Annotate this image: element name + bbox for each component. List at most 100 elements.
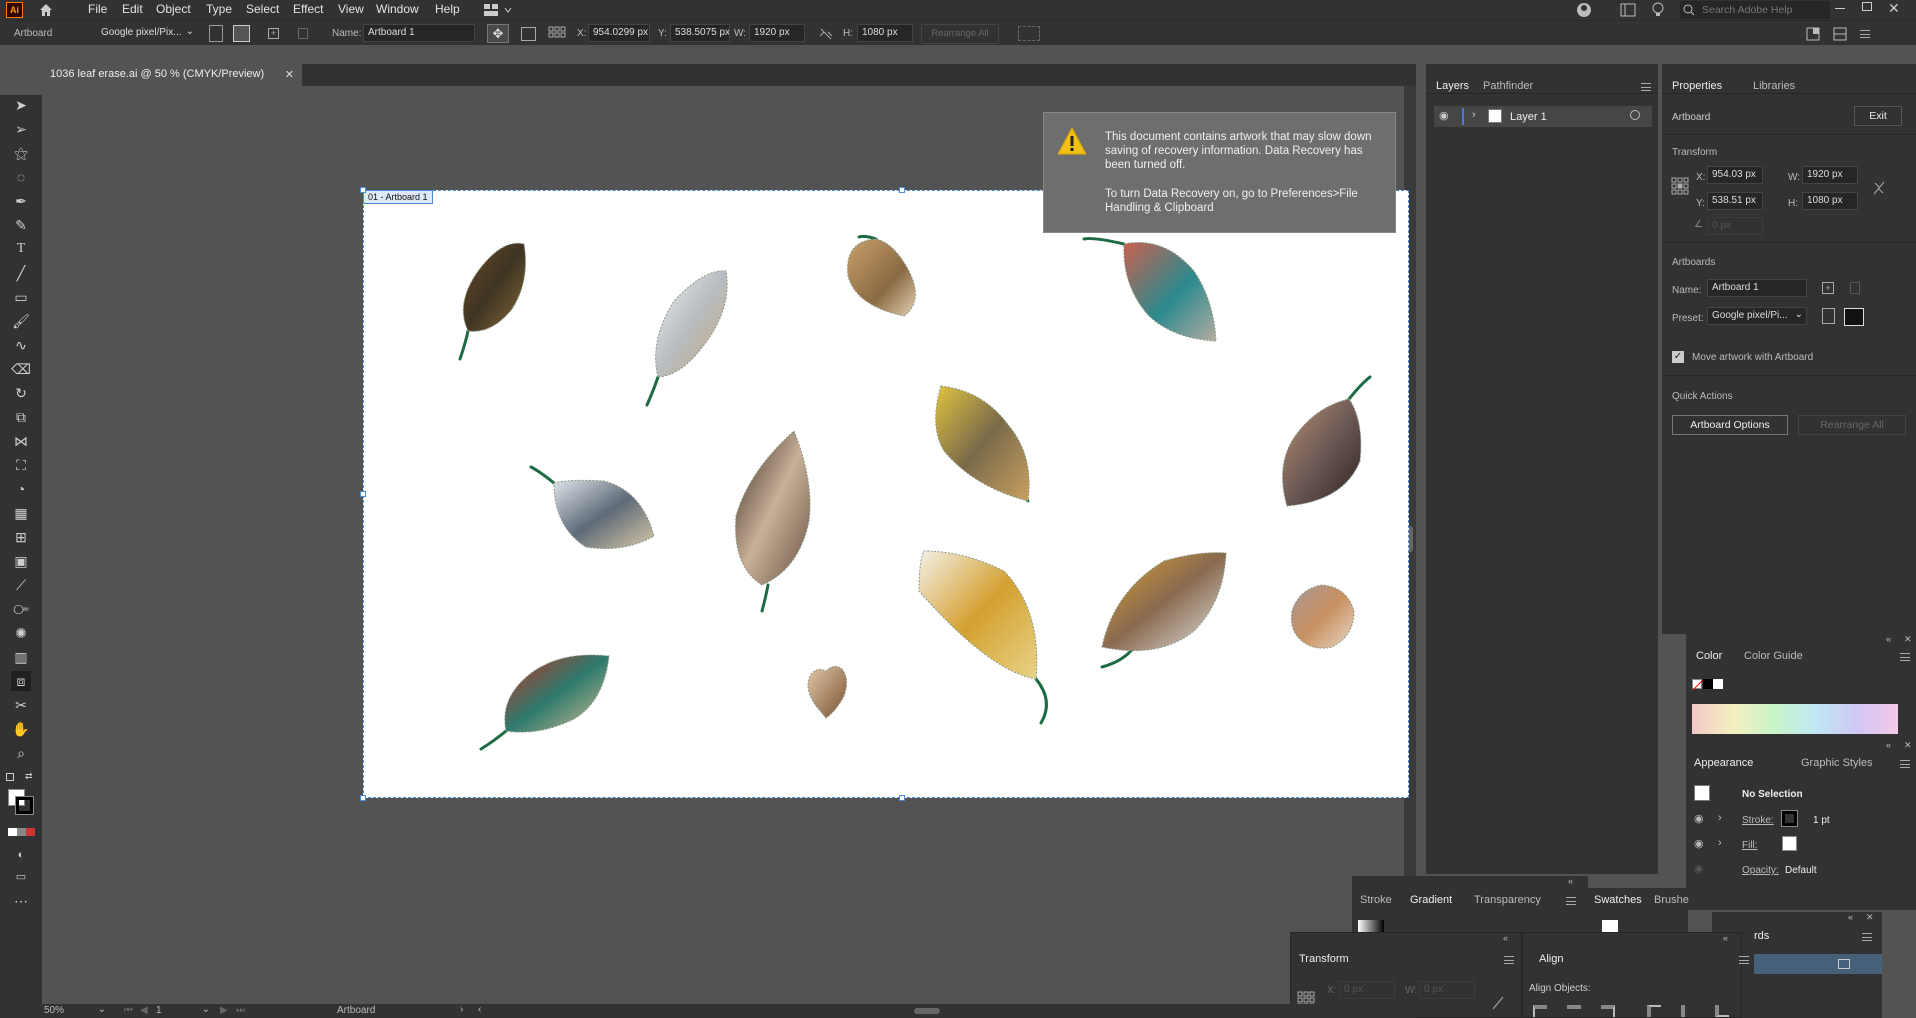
mesh-tool-icon[interactable]: ⊞: [11, 527, 31, 547]
grid-dropdown-icon[interactable]: [1018, 26, 1040, 41]
h-input[interactable]: 1080 px: [857, 24, 913, 42]
default-colors-icon[interactable]: [6, 773, 14, 781]
gradient-tool-icon[interactable]: ▣: [11, 551, 31, 571]
eyedropper-tool-icon[interactable]: ⟋: [11, 575, 31, 595]
tab-color[interactable]: Color: [1696, 650, 1722, 662]
artboard-handle-top-left[interactable]: [360, 187, 366, 193]
angle-input[interactable]: 0 px: [1707, 217, 1763, 235]
tab-color-guide[interactable]: Color Guide: [1744, 650, 1803, 662]
column-graph-tool-icon[interactable]: ▥: [11, 647, 31, 667]
white-swatch[interactable]: [1713, 679, 1723, 689]
menu-file[interactable]: File: [84, 2, 111, 16]
appearance-panel-menu-icon[interactable]: [1900, 760, 1910, 768]
tab-brushes[interactable]: Brushe: [1654, 894, 1689, 906]
slice-tool-icon[interactable]: ✂: [11, 695, 31, 715]
scale-tool-icon[interactable]: ⧉: [11, 407, 31, 427]
collapse-panel-icon[interactable]: «: [1848, 912, 1853, 922]
zoom-tool-icon[interactable]: ⌕: [11, 743, 31, 763]
exit-button[interactable]: Exit: [1854, 106, 1902, 126]
tab-transparency[interactable]: Transparency: [1474, 894, 1541, 906]
gradient-panel-menu-icon[interactable]: [1566, 897, 1576, 905]
screen-mode-icon[interactable]: ▭: [11, 867, 31, 887]
rearrange-all-button[interactable]: Rearrange All: [921, 24, 999, 44]
align-bottom-icon[interactable]: [1715, 1005, 1729, 1017]
tab-layers[interactable]: Layers: [1436, 80, 1469, 92]
target-circle-icon[interactable]: [1630, 110, 1640, 120]
tab-properties[interactable]: Properties: [1672, 80, 1722, 92]
artboard-options-icon[interactable]: [521, 27, 536, 41]
last-artboard-icon[interactable]: ⏭: [236, 1005, 245, 1016]
reference-point-icon[interactable]: [548, 26, 566, 42]
line-tool-icon[interactable]: ╱: [11, 263, 31, 283]
artboards-panel-menu-icon[interactable]: [1862, 933, 1872, 941]
type-tool-icon[interactable]: T: [11, 239, 31, 259]
transform-x-input[interactable]: 0 px: [1339, 981, 1395, 999]
transform-panel-icon[interactable]: [1833, 27, 1847, 41]
opacity-label[interactable]: Opacity:: [1742, 865, 1779, 876]
prop-h-input[interactable]: 1080 px: [1802, 192, 1858, 210]
close-window-button[interactable]: ✕: [1888, 0, 1900, 17]
align-center-icon[interactable]: [1567, 1005, 1581, 1017]
visibility-eye-icon[interactable]: ◉: [1439, 109, 1449, 122]
arrange-documents-icon[interactable]: [1806, 27, 1820, 41]
menu-object[interactable]: Object: [152, 2, 195, 16]
layers-panel-menu-icon[interactable]: [1641, 83, 1651, 91]
menu-effect[interactable]: Effect: [289, 2, 327, 16]
artboard-icon[interactable]: [1838, 959, 1850, 969]
color-panel-menu-icon[interactable]: [1900, 653, 1910, 661]
prop-x-input[interactable]: 954.03 px: [1707, 166, 1763, 184]
tab-pathfinder[interactable]: Pathfinder: [1483, 80, 1533, 92]
menu-view[interactable]: View: [334, 2, 368, 16]
curvature-tool-icon[interactable]: ✎: [11, 215, 31, 235]
paintbrush-tool-icon[interactable]: 🖌: [11, 311, 31, 331]
expand-chevron-icon[interactable]: ›: [1718, 837, 1722, 849]
y-input[interactable]: 538.5075 px: [670, 24, 730, 42]
magic-wand-tool-icon[interactable]: ⚝: [11, 143, 31, 163]
blend-tool-icon[interactable]: ⧃: [11, 599, 31, 619]
minimize-button[interactable]: [1835, 8, 1845, 9]
landscape-icon[interactable]: [233, 25, 250, 42]
tab-appearance[interactable]: Appearance: [1694, 757, 1753, 769]
delete-artboard-icon[interactable]: [1850, 282, 1860, 294]
portrait-icon[interactable]: [1822, 308, 1835, 324]
artboard-name-input[interactable]: Artboard 1: [363, 24, 475, 42]
tab-artboards[interactable]: rds: [1754, 930, 1769, 942]
more-tools-icon[interactable]: ⋯: [11, 891, 31, 911]
new-artboard-icon[interactable]: +: [1822, 282, 1834, 294]
next-artboard-icon[interactable]: ▶: [220, 1005, 228, 1016]
direct-selection-tool-icon[interactable]: ➢: [11, 119, 31, 139]
document-tab[interactable]: 1036 leaf erase.ai @ 50 % (CMYK/Preview)…: [42, 64, 302, 86]
collapse-panel-icon[interactable]: «: [1568, 876, 1573, 886]
free-transform-tool-icon[interactable]: ⛶: [11, 455, 31, 475]
fill-swatch[interactable]: [1782, 836, 1797, 851]
prop-preset-dropdown[interactable]: Google pixel/Pi... ⌄: [1707, 307, 1807, 325]
visibility-eye-icon[interactable]: ◉: [1694, 837, 1704, 850]
artboard-handle-bottom-left[interactable]: [360, 795, 366, 801]
collapse-panel-icon[interactable]: «: [1886, 740, 1891, 750]
status-menu-arrow-icon[interactable]: ›: [460, 1004, 463, 1015]
artboard-handle-left[interactable]: [360, 491, 366, 497]
pen-tool-icon[interactable]: ✒: [11, 191, 31, 211]
workspace-switcher-icon[interactable]: [484, 3, 514, 17]
align-panel-title[interactable]: Align: [1539, 953, 1563, 965]
stroke-label[interactable]: Stroke:: [1742, 815, 1774, 826]
tab-swatches[interactable]: Swatches: [1594, 894, 1642, 906]
user-account-icon[interactable]: [1576, 2, 1592, 18]
close-tab-icon[interactable]: ✕: [285, 68, 294, 81]
tab-stroke[interactable]: Stroke: [1360, 894, 1392, 906]
tab-gradient[interactable]: Gradient: [1410, 894, 1452, 906]
rectangle-tool-icon[interactable]: ▭: [11, 287, 31, 307]
rotate-tool-icon[interactable]: ↻: [11, 383, 31, 403]
color-spectrum[interactable]: [1692, 704, 1898, 734]
align-panel-menu-icon[interactable]: [1739, 956, 1749, 964]
menu-type[interactable]: Type: [202, 2, 236, 16]
tab-graphic-styles[interactable]: Graphic Styles: [1801, 757, 1873, 769]
menu-help[interactable]: Help: [431, 2, 464, 16]
panel-layout-icon[interactable]: [1620, 3, 1636, 17]
drawing-modes-icon[interactable]: ◐: [11, 845, 31, 865]
transform-panel-menu-icon[interactable]: [1504, 956, 1514, 964]
layer-row[interactable]: ◉ › Layer 1: [1434, 106, 1652, 127]
artboard-handle-top[interactable]: [899, 187, 905, 193]
move-artwork-icon[interactable]: ✥: [487, 24, 509, 43]
prop-artboard-name-input[interactable]: Artboard 1: [1707, 279, 1807, 297]
